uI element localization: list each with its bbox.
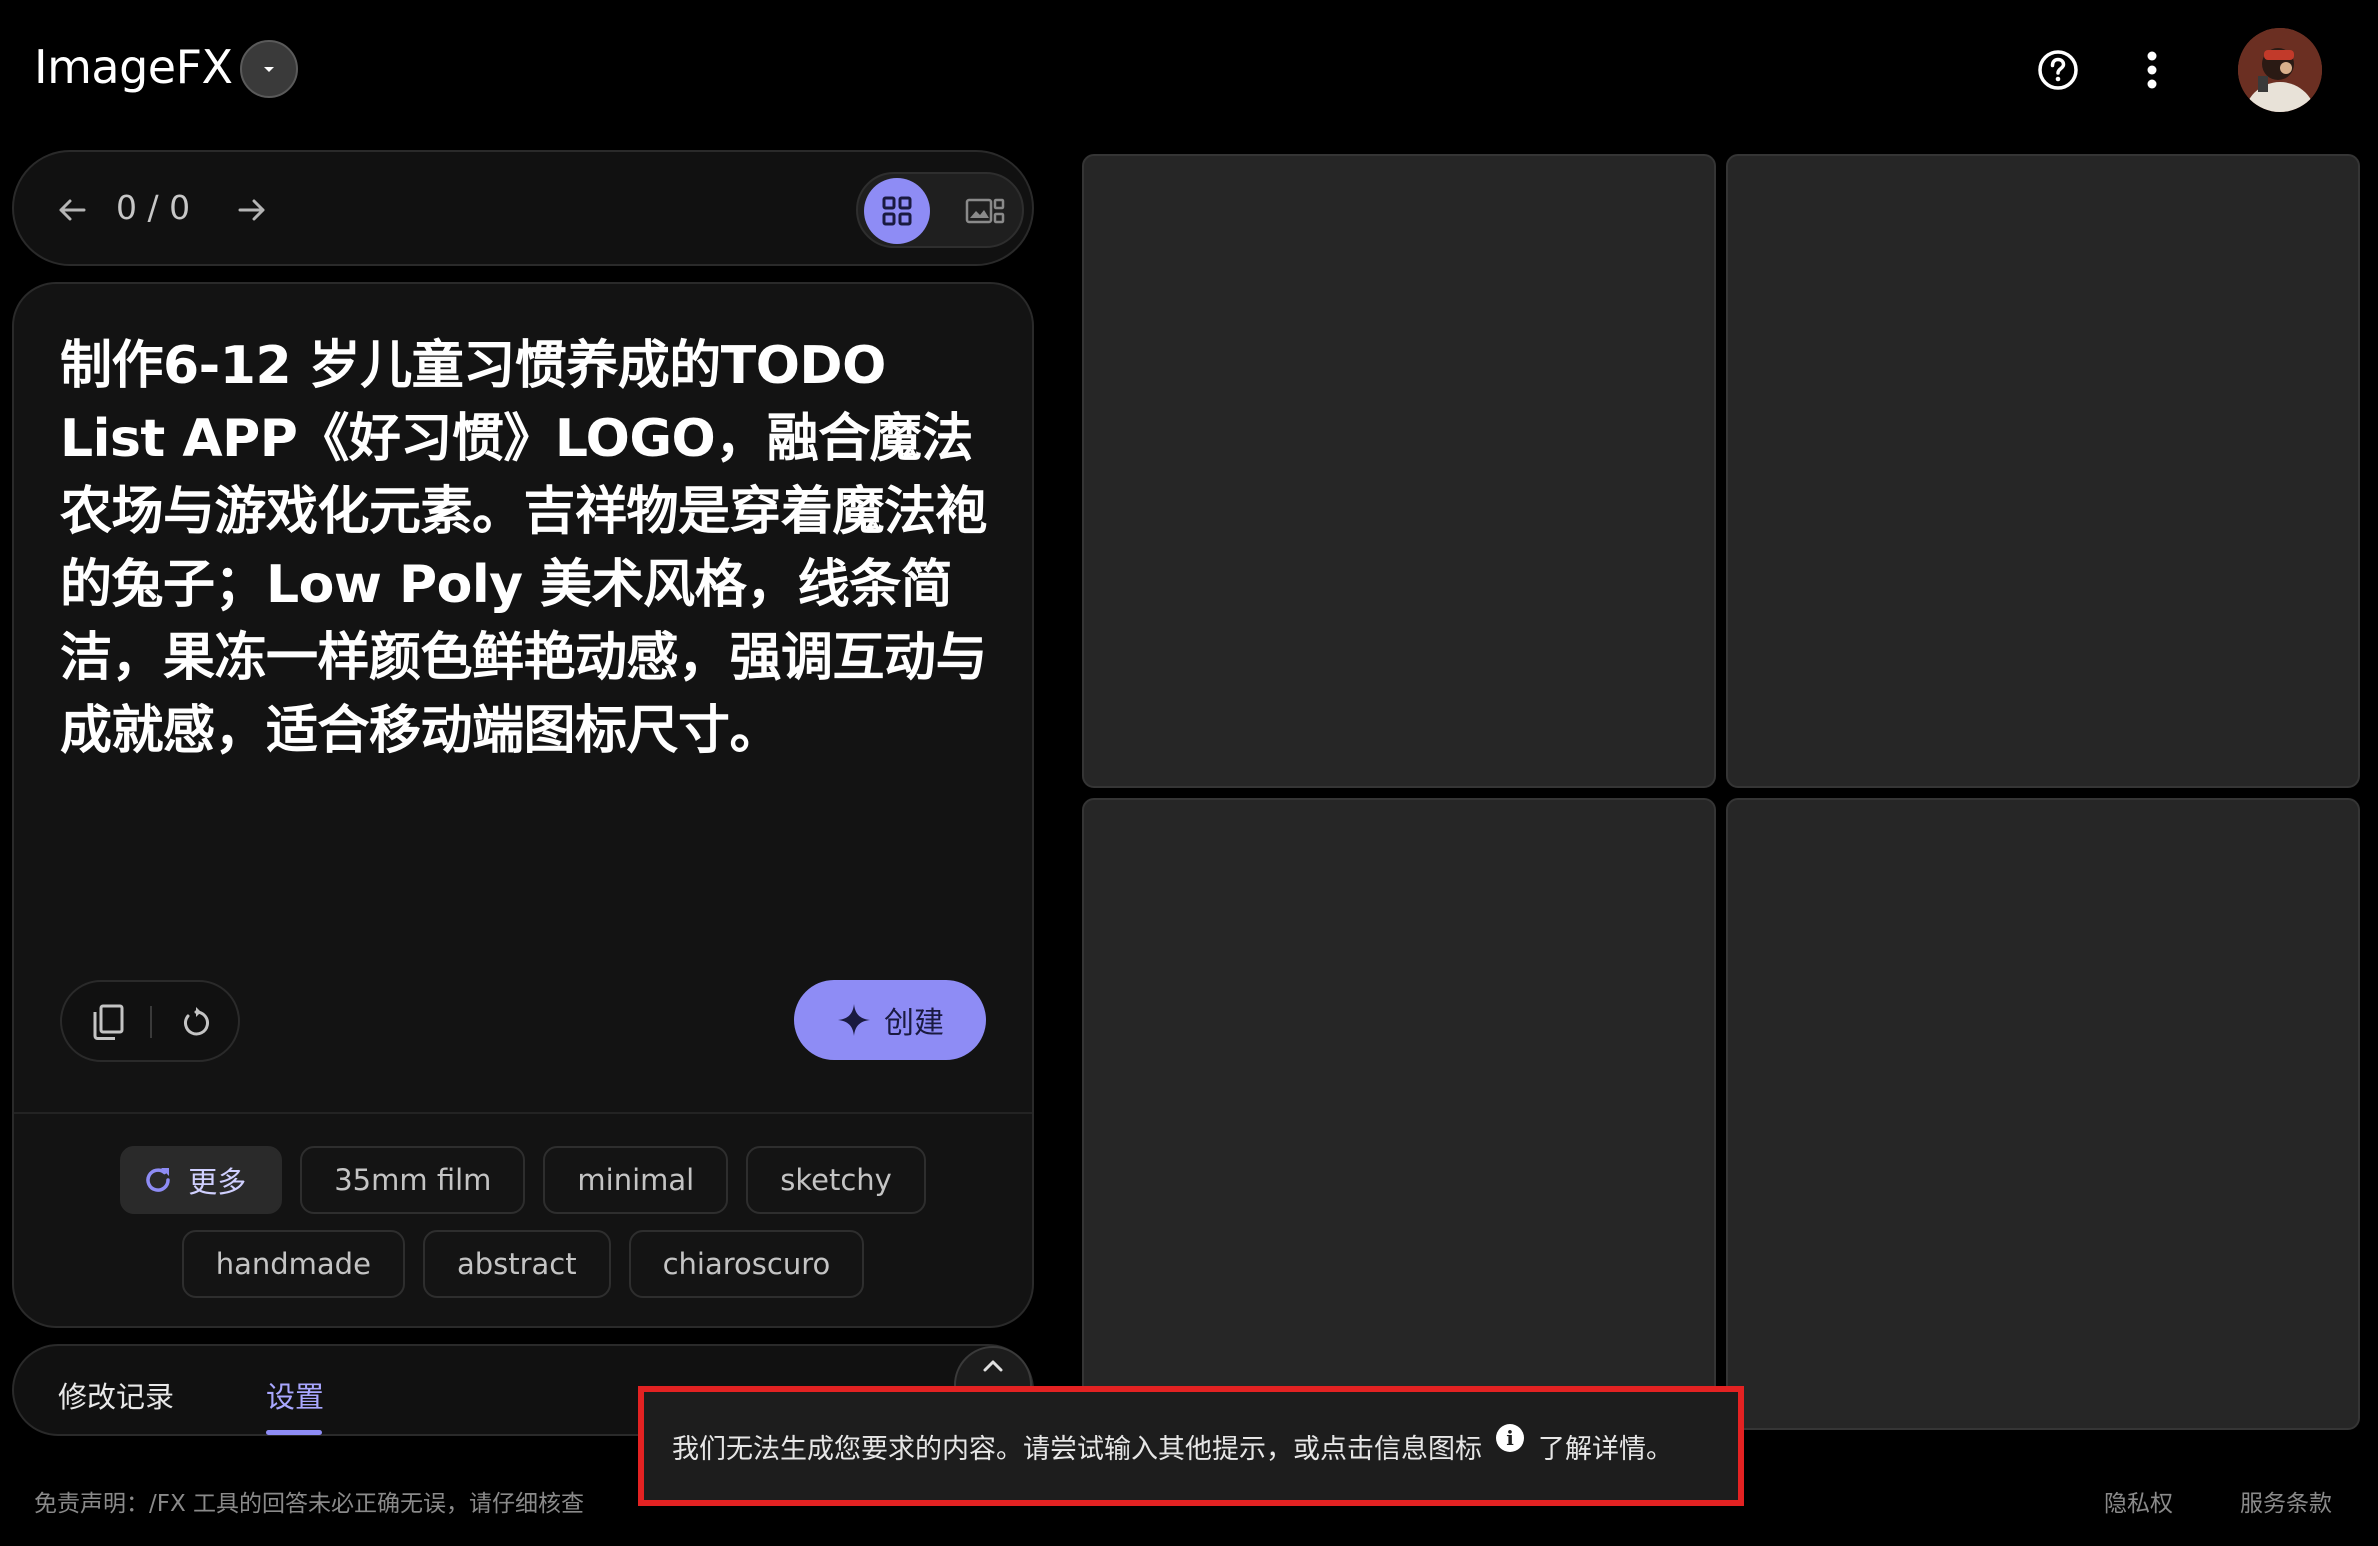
help-circle-icon: [2038, 50, 2078, 90]
card-divider: [14, 1112, 1032, 1114]
prompt-card: 制作6-12 岁儿童习惯养成的TODO List APP《好习惯》LOGO，融合…: [12, 282, 1034, 1328]
tool-divider: [150, 1006, 152, 1038]
chevron-up-icon: [983, 1360, 1003, 1372]
copy-prompt-button[interactable]: [80, 994, 136, 1050]
toast-highlight-box: [638, 1386, 1744, 1506]
style-chip[interactable]: abstract: [422, 1230, 611, 1298]
copy-icon: [93, 1004, 124, 1040]
style-chip[interactable]: chiaroscuro: [628, 1230, 865, 1298]
create-button[interactable]: 创建: [794, 980, 986, 1060]
reset-prompt-button[interactable]: [168, 994, 224, 1050]
user-avatar[interactable]: [2238, 28, 2322, 112]
terms-link[interactable]: 服务条款: [2240, 1484, 2332, 1518]
single-view-button[interactable]: [952, 178, 1018, 244]
refresh-icon: [146, 1168, 170, 1192]
tab-settings[interactable]: 设置: [266, 1374, 324, 1416]
more-styles-chip[interactable]: 更多: [120, 1146, 283, 1214]
style-chips-row-1: 更多 35mm film minimal sketchy: [14, 1146, 1032, 1214]
create-button-label: 创建: [884, 1006, 944, 1041]
style-chip[interactable]: handmade: [181, 1230, 405, 1298]
image-view-icon: [965, 198, 1005, 224]
chevron-down-icon: [264, 67, 274, 72]
disclaimer-text: 免责声明：/FX 工具的回答未必正确无误，请仔细核查: [34, 1491, 585, 1517]
image-placeholder: [1082, 798, 1716, 1430]
privacy-link[interactable]: 隐私权: [2104, 1484, 2173, 1518]
prompt-textarea[interactable]: 制作6-12 岁儿童习惯养成的TODO List APP《好习惯》LOGO，融合…: [60, 330, 1000, 768]
help-button[interactable]: [2030, 42, 2086, 98]
arrow-right-icon: [238, 199, 265, 221]
result-navigation-bar: 0 / 0: [12, 150, 1034, 266]
next-button[interactable]: [224, 182, 280, 238]
style-chip[interactable]: 35mm film: [300, 1146, 526, 1214]
reset-icon: [184, 1007, 209, 1036]
image-placeholder: [1726, 798, 2360, 1430]
app-switcher-dropdown[interactable]: [240, 40, 298, 98]
grid-view-button[interactable]: [864, 178, 930, 244]
app-title: ImageFX: [34, 40, 233, 94]
more-vertical-icon: [2147, 51, 2157, 89]
sparkle-icon: [838, 1004, 870, 1036]
more-styles-label: 更多: [188, 1165, 247, 1199]
image-placeholder: [1082, 154, 1716, 788]
previous-button[interactable]: [44, 182, 100, 238]
image-placeholder: [1726, 154, 2360, 788]
more-options-button[interactable]: [2124, 42, 2180, 98]
result-counter: 0 / 0: [116, 188, 191, 227]
prompt-tools: [60, 980, 240, 1062]
view-mode-toggle: [856, 172, 1024, 248]
tab-history[interactable]: 修改记录: [58, 1374, 174, 1416]
arrow-left-icon: [59, 199, 86, 221]
avatar-image: [2238, 28, 2322, 112]
grid-view-icon: [882, 196, 912, 226]
style-chip[interactable]: sketchy: [746, 1146, 926, 1214]
style-chips-row-2: handmade abstract chiaroscuro: [14, 1230, 1032, 1298]
active-tab-indicator: [266, 1430, 322, 1435]
style-chip[interactable]: minimal: [543, 1146, 729, 1214]
